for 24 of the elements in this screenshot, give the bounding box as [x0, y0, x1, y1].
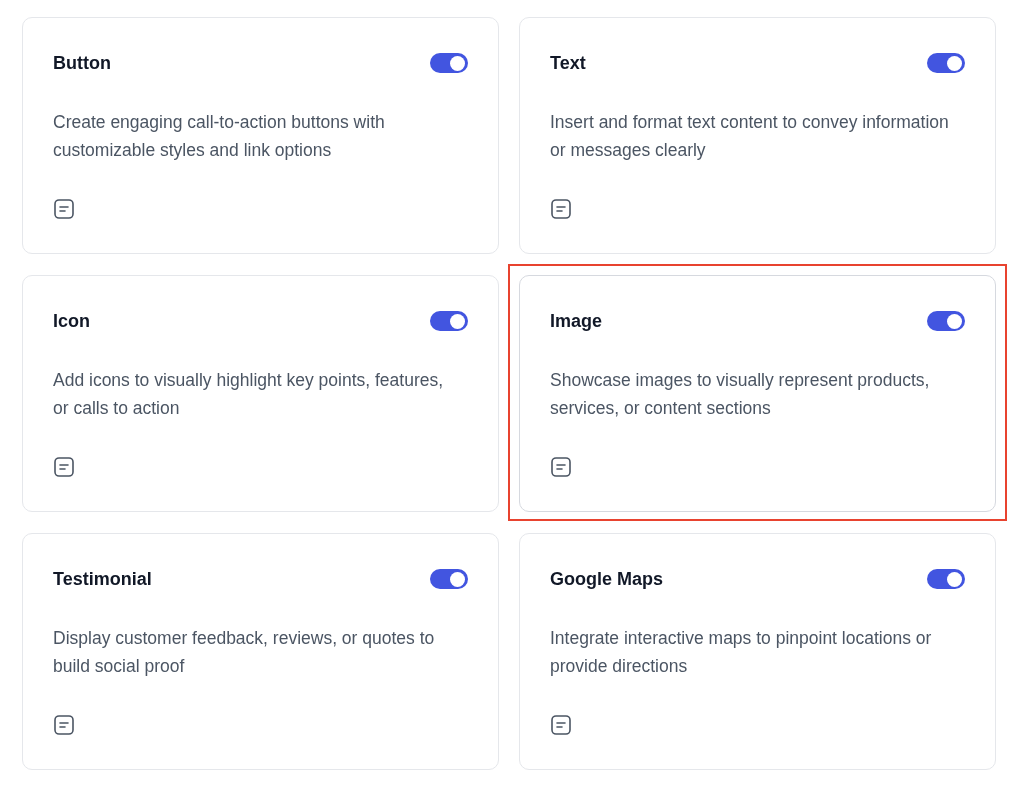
document-icon — [550, 456, 572, 478]
card-description: Display customer feedback, reviews, or quotes to build social proof — [53, 627, 436, 678]
card-description: Insert and format text content to convey information or messages clearly — [550, 111, 950, 162]
toggle-switch[interactable] — [430, 311, 468, 331]
toggle-switch[interactable] — [927, 311, 965, 331]
card-title: Testimonial — [53, 568, 152, 591]
card-title: Google Maps — [550, 568, 663, 591]
document-icon — [550, 198, 572, 220]
toggle-switch[interactable] — [927, 53, 965, 73]
card-description: Add icons to visually highlight key points, features, or calls to action — [53, 369, 445, 420]
card-description: Integrate interactive maps to pinpoint locations or provide directions — [550, 627, 933, 678]
card-description: Create engaging call-to-action buttons with customizable styles and link options — [53, 111, 386, 162]
toggle-switch[interactable] — [430, 53, 468, 73]
document-icon — [550, 714, 572, 736]
card-description: Showcase images to visually represent products, services, or content sections — [550, 369, 931, 420]
toggle-switch[interactable] — [430, 569, 468, 589]
toggle-switch[interactable] — [927, 569, 965, 589]
card-title: Icon — [53, 310, 90, 333]
document-icon — [53, 456, 75, 478]
card-title: Button — [53, 52, 111, 75]
card-title: Text — [550, 52, 586, 75]
document-icon — [53, 714, 75, 736]
card-title: Image — [550, 310, 603, 333]
document-icon — [53, 198, 75, 220]
